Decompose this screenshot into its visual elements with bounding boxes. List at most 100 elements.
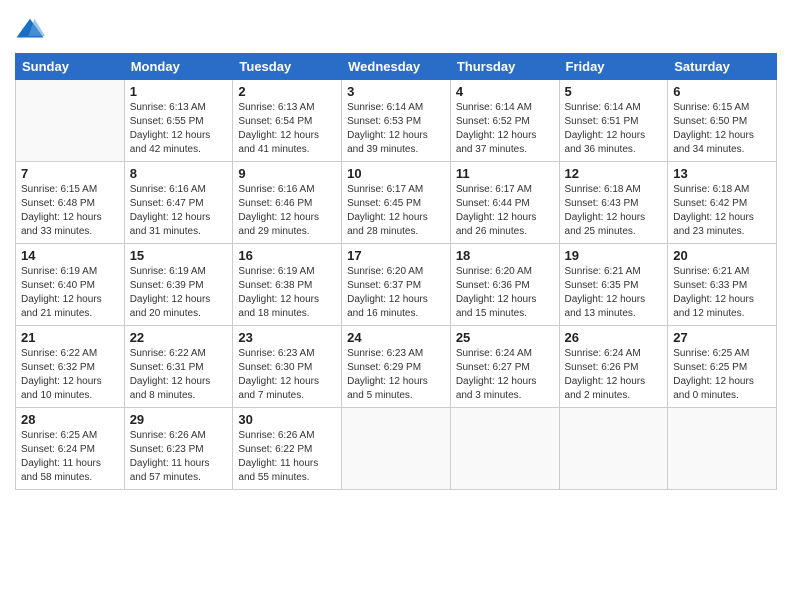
daylight-continuation: and 37 minutes. bbox=[456, 143, 554, 157]
calendar-cell: 26Sunrise: 6:24 AMSunset: 6:26 PMDayligh… bbox=[559, 326, 668, 408]
daylight-continuation: and 16 minutes. bbox=[347, 307, 445, 321]
daylight-continuation: and 21 minutes. bbox=[21, 307, 119, 321]
day-number: 28 bbox=[21, 412, 119, 427]
daylight-continuation: and 20 minutes. bbox=[130, 307, 228, 321]
cell-content: Sunrise: 6:22 AMSunset: 6:32 PMDaylight:… bbox=[21, 347, 119, 403]
sunrise-text: Sunrise: 6:26 AM bbox=[130, 429, 228, 443]
daylight-text: Daylight: 12 hours bbox=[130, 129, 228, 143]
daylight-text: Daylight: 12 hours bbox=[565, 129, 663, 143]
daylight-text: Daylight: 11 hours bbox=[21, 457, 119, 471]
calendar-cell bbox=[450, 408, 559, 490]
calendar-cell: 24 Sunrise: 6:23 AMSunset: 6:29 PMDayligh… bbox=[342, 326, 451, 408]
calendar-cell: 7Sunrise: 6:15 AMSunset: 6:48 PMDaylight… bbox=[16, 162, 125, 244]
calendar-cell: 13Sunrise: 6:18 AMSunset: 6:42 PMDayligh… bbox=[668, 162, 777, 244]
cell-content: Sunrise: 6:23 AMSunset: 6:29 PMDaylight:… bbox=[347, 347, 445, 403]
daylight-continuation: and 5 minutes. bbox=[347, 389, 445, 403]
daylight-continuation: and 18 minutes. bbox=[238, 307, 336, 321]
daylight-continuation: and 36 minutes. bbox=[565, 143, 663, 157]
calendar-cell: 2Sunrise: 6:13 AMSunset: 6:54 PMDaylight… bbox=[233, 80, 342, 162]
cell-content: Sunrise: 6:18 AMSunset: 6:43 PMDaylight:… bbox=[565, 183, 663, 239]
sunset-text: Sunset: 6:31 PM bbox=[130, 361, 228, 375]
daylight-text: Daylight: 12 hours bbox=[456, 129, 554, 143]
calendar-cell: 19 Sunrise: 6:21 AMSunset: 6:35 PMDayligh… bbox=[559, 244, 668, 326]
sunset-text: Sunset: 6:45 PM bbox=[347, 197, 445, 211]
day-number: 19 bbox=[565, 248, 663, 263]
cell-content: Sunrise: 6:13 AMSunset: 6:55 PMDaylight:… bbox=[130, 101, 228, 157]
sunrise-text: Sunrise: 6:19 AM bbox=[238, 265, 336, 279]
daylight-continuation: and 34 minutes. bbox=[673, 143, 771, 157]
calendar-cell: 22Sunrise: 6:22 AMSunset: 6:31 PMDayligh… bbox=[124, 326, 233, 408]
daylight-continuation: and 2 minutes. bbox=[565, 389, 663, 403]
daylight-continuation: and 23 minutes. bbox=[673, 225, 771, 239]
daylight-continuation: and 58 minutes. bbox=[21, 471, 119, 485]
calendar-cell: 3 Sunrise: 6:14 AMSunset: 6:53 PMDaylight… bbox=[342, 80, 451, 162]
sunset-text: Sunset: 6:24 PM bbox=[21, 443, 119, 457]
sunset-text: Sunset: 6:33 PM bbox=[673, 279, 771, 293]
sunset-text: Sunset: 6:52 PM bbox=[456, 115, 554, 129]
day-number: 21 bbox=[21, 330, 119, 345]
daylight-text: Daylight: 12 hours bbox=[456, 211, 554, 225]
daylight-continuation: and 33 minutes. bbox=[21, 225, 119, 239]
daylight-text: Daylight: 12 hours bbox=[673, 211, 771, 225]
daylight-continuation: and 10 minutes. bbox=[21, 389, 119, 403]
daylight-text: Daylight: 12 hours bbox=[347, 375, 445, 389]
daylight-continuation: and 42 minutes. bbox=[130, 143, 228, 157]
day-number: 12 bbox=[565, 166, 663, 181]
cell-content: Sunrise: 6:18 AMSunset: 6:42 PMDaylight:… bbox=[673, 183, 771, 239]
cell-content: Sunrise: 6:21 AMSunset: 6:35 PMDaylight:… bbox=[565, 265, 663, 321]
week-row-3: 21Sunrise: 6:22 AMSunset: 6:32 PMDayligh… bbox=[16, 326, 777, 408]
day-number: 23 bbox=[238, 330, 336, 345]
day-number: 3 bbox=[347, 84, 445, 99]
daylight-continuation: and 3 minutes. bbox=[456, 389, 554, 403]
calendar-cell: 16Sunrise: 6:19 AMSunset: 6:38 PMDayligh… bbox=[233, 244, 342, 326]
cell-content: Sunrise: 6:14 AMSunset: 6:53 PMDaylight:… bbox=[347, 101, 445, 157]
sunset-text: Sunset: 6:53 PM bbox=[347, 115, 445, 129]
daylight-text: Daylight: 12 hours bbox=[21, 293, 119, 307]
sunrise-text: Sunrise: 6:22 AM bbox=[21, 347, 119, 361]
calendar-cell: 20Sunrise: 6:21 AMSunset: 6:33 PMDayligh… bbox=[668, 244, 777, 326]
sunset-text: Sunset: 6:48 PM bbox=[21, 197, 119, 211]
day-header-tuesday: Tuesday bbox=[233, 54, 342, 80]
calendar-cell: 23Sunrise: 6:23 AMSunset: 6:30 PMDayligh… bbox=[233, 326, 342, 408]
sunrise-text: Sunrise: 6:16 AM bbox=[130, 183, 228, 197]
sunset-text: Sunset: 6:50 PM bbox=[673, 115, 771, 129]
cell-content: Sunrise: 6:14 AMSunset: 6:52 PMDaylight:… bbox=[456, 101, 554, 157]
cell-content: Sunrise: 6:16 AMSunset: 6:46 PMDaylight:… bbox=[238, 183, 336, 239]
daylight-text: Daylight: 12 hours bbox=[130, 293, 228, 307]
logo-icon bbox=[15, 15, 45, 45]
sunset-text: Sunset: 6:26 PM bbox=[565, 361, 663, 375]
day-number: 26 bbox=[565, 330, 663, 345]
sunset-text: Sunset: 6:32 PM bbox=[21, 361, 119, 375]
daylight-text: Daylight: 11 hours bbox=[238, 457, 336, 471]
week-row-0: 1 Sunrise: 6:13 AMSunset: 6:55 PMDaylight… bbox=[16, 80, 777, 162]
day-number: 25 bbox=[456, 330, 554, 345]
calendar-cell bbox=[559, 408, 668, 490]
sunset-text: Sunset: 6:27 PM bbox=[456, 361, 554, 375]
sunrise-text: Sunrise: 6:18 AM bbox=[673, 183, 771, 197]
sunset-text: Sunset: 6:22 PM bbox=[238, 443, 336, 457]
day-number: 24 bbox=[347, 330, 445, 345]
calendar-cell: 29Sunrise: 6:26 AMSunset: 6:23 PMDayligh… bbox=[124, 408, 233, 490]
daylight-text: Daylight: 12 hours bbox=[347, 293, 445, 307]
daylight-continuation: and 41 minutes. bbox=[238, 143, 336, 157]
sunrise-text: Sunrise: 6:21 AM bbox=[565, 265, 663, 279]
daylight-text: Daylight: 12 hours bbox=[347, 211, 445, 225]
sunrise-text: Sunrise: 6:20 AM bbox=[347, 265, 445, 279]
daylight-text: Daylight: 12 hours bbox=[130, 211, 228, 225]
daylight-text: Daylight: 12 hours bbox=[238, 375, 336, 389]
sunset-text: Sunset: 6:51 PM bbox=[565, 115, 663, 129]
daylight-continuation: and 55 minutes. bbox=[238, 471, 336, 485]
day-number: 1 bbox=[130, 84, 228, 99]
sunset-text: Sunset: 6:43 PM bbox=[565, 197, 663, 211]
day-header-saturday: Saturday bbox=[668, 54, 777, 80]
sunrise-text: Sunrise: 6:23 AM bbox=[238, 347, 336, 361]
daylight-continuation: and 28 minutes. bbox=[347, 225, 445, 239]
sunset-text: Sunset: 6:39 PM bbox=[130, 279, 228, 293]
sunrise-text: Sunrise: 6:23 AM bbox=[347, 347, 445, 361]
day-header-friday: Friday bbox=[559, 54, 668, 80]
calendar-cell: 27Sunrise: 6:25 AMSunset: 6:25 PMDayligh… bbox=[668, 326, 777, 408]
daylight-continuation: and 7 minutes. bbox=[238, 389, 336, 403]
calendar-cell: 11Sunrise: 6:17 AMSunset: 6:44 PMDayligh… bbox=[450, 162, 559, 244]
sunset-text: Sunset: 6:47 PM bbox=[130, 197, 228, 211]
week-row-1: 7Sunrise: 6:15 AMSunset: 6:48 PMDaylight… bbox=[16, 162, 777, 244]
